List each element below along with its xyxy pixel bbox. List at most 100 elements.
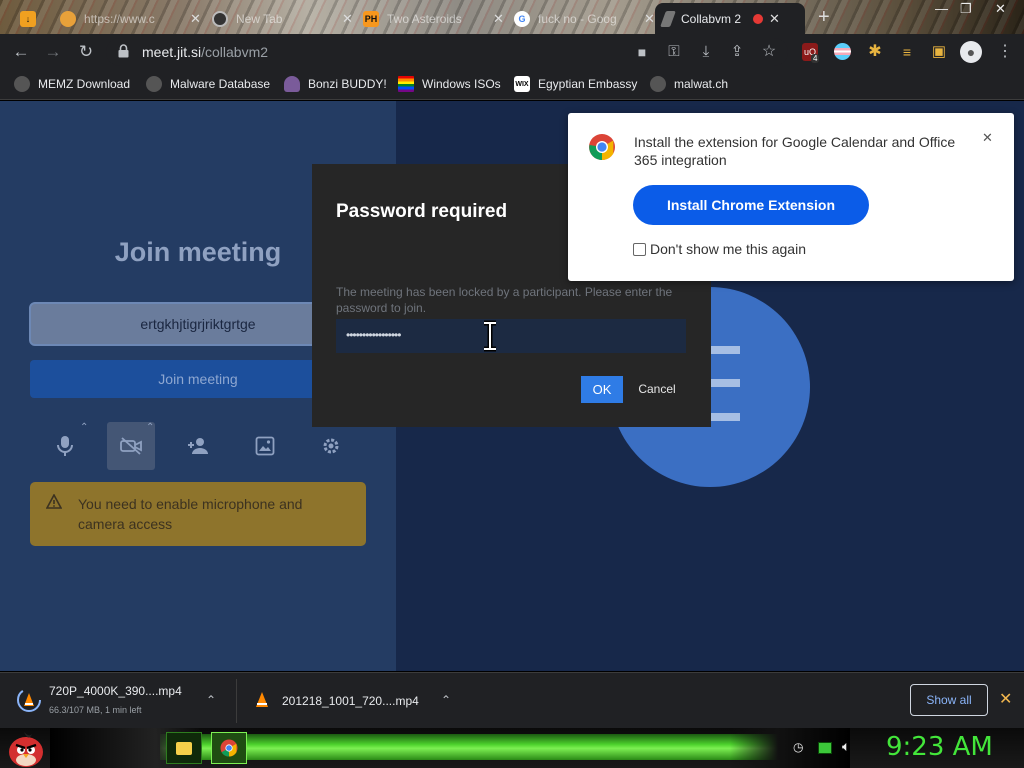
bookmark-label: Windows ISOs bbox=[422, 77, 501, 91]
tab-title: https://www.c bbox=[84, 11, 155, 26]
invite-button[interactable] bbox=[174, 422, 222, 470]
menu-kebab-icon[interactable]: ⋮ bbox=[995, 42, 1015, 62]
close-icon[interactable]: ✕ bbox=[769, 11, 780, 27]
taskbar: ◷ 🔈︎ 9:23 AM bbox=[0, 728, 1024, 768]
close-icon[interactable]: ✕ bbox=[190, 11, 201, 27]
bookmark-egyptian-embassy[interactable]: WIX Egyptian Embassy bbox=[514, 76, 637, 92]
bookmark-memz[interactable]: MEMZ Download bbox=[14, 76, 130, 92]
install-app-icon[interactable]: ⤓ bbox=[696, 42, 716, 62]
dont-show-checkbox[interactable] bbox=[633, 243, 646, 256]
orange-download-icon: ↓ bbox=[20, 10, 36, 27]
address-bar[interactable]: meet.jit.si/collabvm2 bbox=[106, 38, 788, 66]
tab-5[interactable]: G fuck no - Goog ✕ bbox=[506, 3, 663, 34]
camera-off-icon bbox=[120, 437, 142, 455]
window-close-icon[interactable]: ✕ bbox=[995, 1, 1006, 17]
lock-icon bbox=[118, 44, 129, 58]
tab-4[interactable]: PH Two Asteroids ✕ bbox=[355, 3, 512, 34]
tray-clock-icon[interactable]: ◷ bbox=[793, 740, 803, 754]
minimize-icon[interactable]: — bbox=[935, 1, 948, 16]
camera-icon[interactable]: ■ bbox=[632, 42, 652, 62]
virtual-background-button[interactable] bbox=[241, 422, 289, 470]
wix-icon: WIX bbox=[514, 76, 530, 92]
extension-badge: 4 bbox=[811, 54, 820, 63]
bookmark-star-icon[interactable]: ☆ bbox=[759, 42, 779, 62]
extensions-puzzle-icon[interactable]: ✱ bbox=[865, 42, 885, 62]
google-icon: G bbox=[514, 10, 530, 27]
forward-icon[interactable]: → bbox=[43, 42, 63, 62]
bookmark-label: Egyptian Embassy bbox=[538, 77, 638, 91]
tab-collabvm-active[interactable]: Collabvm 2 ✕ bbox=[655, 3, 805, 34]
close-icon[interactable]: ✕ bbox=[982, 130, 993, 146]
extension-promo-popup: Install the extension for Google Calenda… bbox=[568, 113, 1014, 281]
ok-button[interactable]: OK bbox=[581, 376, 623, 403]
globe-icon bbox=[650, 76, 666, 92]
tab-1[interactable]: ↓ bbox=[12, 3, 52, 34]
globe-icon bbox=[14, 76, 30, 92]
dont-show-label[interactable]: Don't show me this again bbox=[650, 241, 806, 257]
download-item[interactable]: 201218_1001_720....mp4 ⌃ bbox=[240, 673, 470, 729]
bonzi-icon bbox=[284, 76, 300, 92]
close-icon[interactable]: ✕ bbox=[342, 11, 353, 27]
show-all-downloads-button[interactable]: Show all bbox=[910, 684, 988, 716]
download-item[interactable]: 720P_4000K_390....mp4 66.3/107 MB, 1 min… bbox=[0, 673, 236, 729]
chevron-up-icon[interactable]: ⌃ bbox=[206, 693, 216, 707]
start-button-angry-bird-icon[interactable] bbox=[6, 730, 46, 768]
profile-avatar-icon[interactable]: ● bbox=[960, 41, 982, 63]
download-filename: 201218_1001_720....mp4 bbox=[282, 694, 419, 708]
dialog-message: The meeting has been locked by a partici… bbox=[336, 285, 673, 315]
warning-text: You need to enable microphone and camera… bbox=[78, 496, 303, 532]
network-icon[interactable] bbox=[818, 742, 832, 754]
add-person-icon bbox=[188, 438, 208, 454]
bookmark-label: Bonzi BUDDY! bbox=[308, 77, 387, 91]
tab-title: fuck no - Goog bbox=[538, 11, 617, 26]
permission-warning: You need to enable microphone and camera… bbox=[30, 482, 366, 546]
bookmark-label: Malware Database bbox=[170, 77, 271, 91]
back-icon[interactable]: ← bbox=[11, 42, 31, 62]
side-panel-icon[interactable]: ▣ bbox=[929, 42, 949, 62]
bookmark-bonzi-buddy[interactable]: Bonzi BUDDY! bbox=[284, 76, 387, 92]
close-icon[interactable]: ✕ bbox=[493, 11, 504, 27]
tab-2[interactable]: https://www.c ✕ bbox=[52, 3, 209, 34]
github-icon bbox=[212, 10, 228, 27]
popup-message: Install the extension for Google Calenda… bbox=[634, 134, 956, 168]
jitsi-icon bbox=[660, 10, 676, 27]
close-download-bar-icon[interactable]: ✕ bbox=[999, 689, 1012, 709]
bookmarks-bar: MEMZ Download Malware Database Bonzi BUD… bbox=[0, 70, 1024, 100]
globe-icon bbox=[146, 76, 162, 92]
tab-title: New Tab bbox=[236, 11, 283, 26]
download-bar: 720P_4000K_390....mp4 66.3/107 MB, 1 min… bbox=[0, 672, 1024, 728]
bookmark-windows-isos[interactable]: Windows ISOs bbox=[398, 76, 501, 92]
vlc-file-icon bbox=[17, 688, 41, 712]
microphone-icon bbox=[57, 436, 73, 456]
chevron-up-icon[interactable]: ⌃ bbox=[80, 422, 88, 433]
download-status: 66.3/107 MB, 1 min left bbox=[49, 705, 142, 715]
taskbar-chrome[interactable] bbox=[211, 732, 247, 764]
settings-button[interactable] bbox=[307, 422, 355, 470]
volume-icon[interactable]: 🔈︎ bbox=[842, 738, 850, 755]
taskbar-explorer[interactable] bbox=[166, 732, 202, 764]
tab-3[interactable]: New Tab ✕ bbox=[204, 3, 361, 34]
bookmark-malware-database[interactable]: Malware Database bbox=[146, 76, 270, 92]
media-queue-icon[interactable]: ≡ bbox=[897, 42, 917, 62]
install-extension-button[interactable]: Install Chrome Extension bbox=[633, 185, 869, 225]
flag-extension-icon[interactable] bbox=[834, 43, 851, 60]
vlc-file-icon bbox=[256, 692, 268, 707]
url-path: /collabvm2 bbox=[201, 44, 269, 60]
text-cursor-icon bbox=[484, 320, 496, 352]
reload-icon[interactable]: ↻ bbox=[76, 42, 96, 62]
new-tab-button[interactable]: + bbox=[818, 6, 830, 29]
password-input[interactable]: ••••••••••••••••• bbox=[336, 319, 686, 353]
bookmark-label: MEMZ Download bbox=[38, 77, 131, 91]
folder-icon bbox=[176, 741, 192, 755]
taskbar-clock[interactable]: 9:23 AM bbox=[886, 732, 993, 762]
divider bbox=[236, 679, 237, 723]
chevron-up-icon[interactable]: ⌃ bbox=[441, 693, 451, 707]
key-icon[interactable]: ⚿ bbox=[664, 42, 684, 62]
maximize-icon[interactable]: ❐ bbox=[960, 1, 972, 17]
cancel-button[interactable]: Cancel bbox=[632, 376, 682, 403]
chevron-up-icon[interactable]: ⌃ bbox=[146, 422, 154, 433]
bookmark-label: malwat.ch bbox=[674, 77, 729, 91]
share-icon[interactable]: ⇪ bbox=[727, 42, 747, 62]
close-icon[interactable]: ✕ bbox=[644, 11, 655, 27]
bookmark-malwatch[interactable]: malwat.ch bbox=[650, 76, 728, 92]
